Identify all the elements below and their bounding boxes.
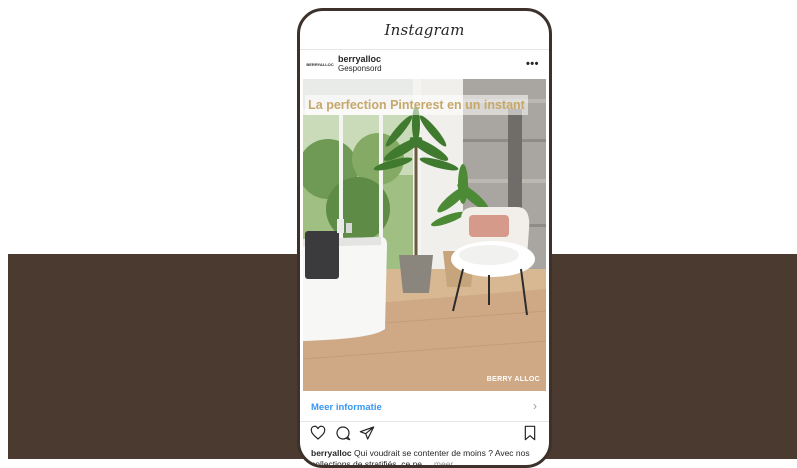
cta-more-info-button[interactable]: Meer informatie › (300, 393, 549, 422)
cta-label: Meer informatie (311, 401, 382, 413)
brand-logo-text: BERRYALLOC (306, 61, 334, 67)
more-dots-icon[interactable]: ••• (526, 58, 539, 70)
post-caption: berryalloc Qui voudrait se contenter de … (311, 448, 543, 465)
heart-icon[interactable] (310, 425, 326, 446)
ad-headline: La perfection Pinterest en un instant (305, 95, 528, 115)
sponsored-label: Gesponsord (338, 64, 382, 73)
brand-watermark: BERRY ALLOC (486, 376, 540, 383)
post-image[interactable]: La perfection Pinterest en un instant BE… (303, 79, 546, 391)
phone-mockup: Instagram BERRYALLOC berryalloc Gesponso… (297, 8, 552, 468)
avatar[interactable]: BERRYALLOC (306, 60, 333, 68)
post-header: BERRYALLOC berryalloc Gesponsord ••• (300, 51, 549, 77)
post-author: berryalloc Gesponsord (338, 54, 382, 74)
post-username[interactable]: berryalloc (338, 54, 382, 64)
caption-more-link[interactable]: meer (434, 459, 453, 465)
instagram-header: Instagram (300, 11, 549, 50)
instagram-logo: Instagram (384, 21, 465, 39)
chevron-right-icon: › (533, 399, 537, 413)
interior-photo (303, 79, 546, 391)
paper-plane-icon[interactable] (359, 425, 375, 446)
comment-icon[interactable] (335, 425, 351, 446)
caption-username[interactable]: berryalloc (311, 448, 352, 458)
post-actions (300, 425, 549, 445)
bookmark-icon[interactable] (523, 425, 537, 446)
